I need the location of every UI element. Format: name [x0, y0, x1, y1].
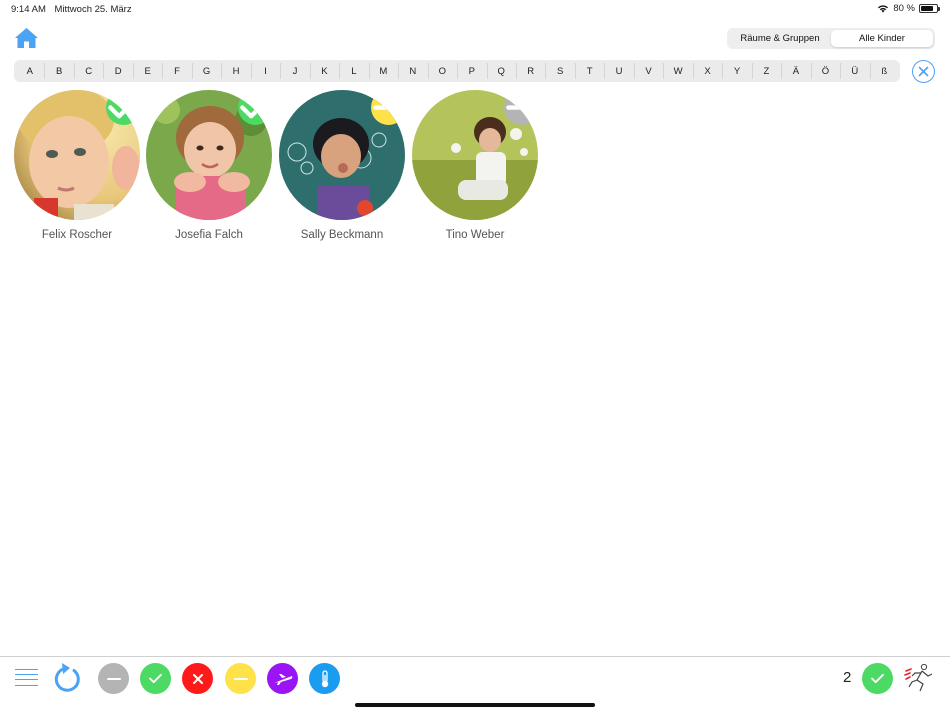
alphabet-letter[interactable]: S — [545, 62, 574, 79]
home-icon[interactable] — [14, 27, 39, 49]
child-photo — [279, 90, 405, 220]
filter-vacation-button[interactable] — [267, 663, 298, 694]
alphabet-letter[interactable]: U — [604, 62, 633, 79]
alphabet-letter[interactable]: ß — [869, 62, 899, 79]
wifi-icon — [878, 5, 889, 13]
alphabet-letter[interactable]: W — [663, 62, 692, 79]
battery-level — [921, 6, 933, 11]
alphabet-letter[interactable]: P — [457, 62, 486, 79]
alphabet-letter[interactable]: C — [73, 62, 103, 79]
alphabet-letter[interactable]: E — [132, 62, 162, 79]
minus-icon — [106, 677, 121, 680]
alphabet-letter[interactable]: N — [398, 62, 427, 79]
menu-icon[interactable] — [15, 669, 38, 687]
child-name: Josefia Falch — [175, 229, 243, 241]
filter-unknown-button[interactable] — [98, 663, 129, 694]
alphabet-letter[interactable]: V — [633, 62, 663, 79]
child-name: Tino Weber — [445, 229, 505, 241]
alphabet-letter[interactable]: Ä — [781, 62, 810, 79]
status-badge-present[interactable] — [106, 90, 140, 125]
status-date: Mittwoch 25. März — [54, 4, 132, 15]
alphabet-letter[interactable]: Q — [486, 62, 516, 79]
alphabet-index-bar: ABCDEFGHIJKLMNOPQRSTUVWXYZÄÖÜß — [14, 60, 900, 82]
checkmark-icon — [108, 96, 139, 119]
segment-all-children[interactable]: Alle Kinder — [831, 30, 933, 47]
child-card-sally-beckmann[interactable]: Sally Beckmann — [279, 90, 405, 241]
child-card-tino-weber[interactable]: Tino Weber — [412, 90, 538, 241]
child-card-josefia-falch[interactable]: Josefia Falch — [146, 90, 272, 241]
status-badge-present[interactable] — [238, 90, 272, 125]
minus-icon — [506, 105, 537, 110]
thermometer-icon — [321, 669, 328, 687]
x-icon — [192, 673, 203, 684]
child-photo — [14, 90, 140, 220]
battery-icon — [919, 4, 940, 13]
child-photo — [146, 90, 272, 220]
alphabet-letter[interactable]: L — [339, 62, 368, 79]
status-bar: 9:14 AM Mittwoch 25. März 80 % — [0, 0, 950, 18]
alphabet-letter[interactable]: J — [280, 62, 309, 79]
clear-filter-button[interactable] — [912, 60, 935, 83]
checkmark-icon — [240, 96, 271, 119]
alphabet-letter[interactable]: O — [427, 62, 457, 79]
child-name: Felix Roscher — [41, 229, 113, 241]
minus-icon — [373, 105, 404, 110]
checkmark-icon — [871, 673, 884, 684]
alphabet-letter[interactable]: Ü — [840, 62, 869, 79]
alphabet-letter[interactable]: X — [692, 62, 722, 79]
alphabet-letter[interactable]: F — [162, 62, 191, 79]
alphabet-letter[interactable]: H — [221, 62, 250, 79]
child-photo — [412, 90, 538, 220]
status-badge-pending[interactable] — [371, 90, 405, 125]
alphabet-letter[interactable]: R — [515, 62, 545, 79]
alphabet-letter[interactable]: T — [574, 62, 604, 79]
airplane-icon — [273, 673, 292, 685]
present-count-badge[interactable] — [862, 663, 893, 694]
child-card-felix-roscher[interactable]: Felix Roscher — [14, 90, 140, 241]
close-icon — [918, 66, 929, 77]
alphabet-letter[interactable]: A — [15, 66, 44, 77]
present-count: 2 — [843, 669, 852, 686]
minus-icon — [233, 677, 248, 680]
alphabet-letter[interactable]: D — [103, 62, 132, 79]
battery-percent: 80 % — [893, 3, 915, 14]
alphabet-letter[interactable]: Z — [751, 62, 781, 79]
alphabet-letter[interactable]: B — [44, 62, 73, 79]
alphabet-letter[interactable]: M — [368, 62, 398, 79]
alphabet-letter[interactable]: Y — [722, 62, 751, 79]
alphabet-letter[interactable]: K — [309, 62, 339, 79]
view-segmented-control: Räume & Gruppen Alle Kinder — [727, 28, 935, 49]
filter-sick-button[interactable] — [309, 663, 340, 694]
alphabet-letter[interactable]: G — [191, 62, 221, 79]
bottom-toolbar: 2 — [0, 656, 950, 712]
segment-rooms-groups[interactable]: Räume & Gruppen — [729, 30, 831, 47]
checkmark-icon — [149, 673, 162, 684]
child-name: Sally Beckmann — [300, 229, 384, 241]
status-time: 9:14 AM — [11, 4, 46, 15]
emergency-exit-icon[interactable] — [903, 663, 935, 693]
refresh-icon[interactable] — [53, 662, 83, 694]
alphabet-letter[interactable]: Ö — [810, 62, 840, 79]
filter-pending-button[interactable] — [225, 663, 256, 694]
filter-present-button[interactable] — [140, 663, 171, 694]
status-badge-unknown[interactable] — [504, 90, 538, 125]
home-indicator — [355, 703, 595, 707]
alphabet-letter[interactable]: I — [250, 62, 280, 79]
status-right: 80 % — [877, 3, 940, 14]
status-left: 9:14 AM Mittwoch 25. März — [11, 4, 132, 15]
filter-absent-button[interactable] — [182, 663, 213, 694]
